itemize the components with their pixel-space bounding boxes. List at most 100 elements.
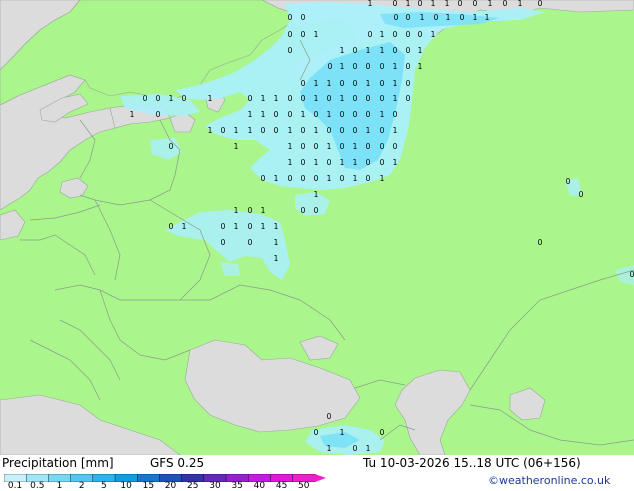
station-value: 0: [394, 13, 399, 22]
station-value: 0: [274, 126, 279, 135]
station-value: 1: [431, 0, 436, 8]
station-value: 1: [208, 94, 213, 103]
station-value: 0: [156, 110, 161, 119]
station-value: 0: [393, 142, 398, 151]
station-value: 1: [446, 13, 451, 22]
station-value: 1: [418, 62, 423, 71]
station-value: 1: [261, 94, 266, 103]
map-title: Precipitation [mm]: [2, 456, 114, 470]
station-value: 0: [366, 62, 371, 71]
station-value: 0: [261, 126, 266, 135]
station-value: 0: [288, 94, 293, 103]
map-footer: Precipitation [mm] GFS 0.25 Tu 10-03-202…: [0, 455, 634, 490]
station-value: 1: [327, 142, 332, 151]
station-value: 0: [221, 222, 226, 231]
station-value: 0: [340, 110, 345, 119]
station-value: 1: [234, 142, 239, 151]
station-value: 0: [248, 94, 253, 103]
station-value: 0: [248, 206, 253, 215]
station-value: 0: [353, 79, 358, 88]
station-value: 0: [406, 79, 411, 88]
station-value: 0: [406, 13, 411, 22]
station-value: 0: [301, 126, 306, 135]
station-value: 0: [169, 142, 174, 151]
station-value: 0: [288, 30, 293, 39]
station-value: 1: [274, 238, 279, 247]
station-value: 0: [366, 158, 371, 167]
station-value: 0: [314, 110, 319, 119]
station-value: 0: [314, 206, 319, 215]
valid-time: Tu 10-03-2026 15..18 UTC (06+156): [363, 456, 581, 470]
station-value: 1: [488, 0, 493, 8]
station-value: 0: [288, 46, 293, 55]
station-value: 1: [380, 110, 385, 119]
station-value: 0: [393, 30, 398, 39]
station-value: 0: [418, 30, 423, 39]
station-value: 1: [314, 94, 319, 103]
station-value: 1: [340, 46, 345, 55]
station-value: 0: [366, 174, 371, 183]
station-value: 1: [261, 222, 266, 231]
station-value: 0: [327, 94, 332, 103]
station-value: 0: [458, 0, 463, 8]
station-value: 0: [366, 110, 371, 119]
station-value: 1: [274, 94, 279, 103]
station-value: 0: [393, 0, 398, 8]
station-value: 0: [380, 428, 385, 437]
station-value: 0: [380, 79, 385, 88]
station-value: 0: [368, 30, 373, 39]
station-value: 1: [261, 110, 266, 119]
station-value: 1: [393, 158, 398, 167]
station-value: 1: [234, 222, 239, 231]
station-value: 1: [340, 94, 345, 103]
station-value: 1: [288, 158, 293, 167]
station-value: 1: [380, 46, 385, 55]
station-value: 0: [314, 142, 319, 151]
station-value: 0: [340, 174, 345, 183]
station-value: 1: [340, 62, 345, 71]
station-value: 0: [221, 126, 226, 135]
station-value: 0: [353, 444, 358, 453]
station-value: 0: [566, 177, 571, 186]
station-value: 1: [274, 174, 279, 183]
station-value: 0: [301, 13, 306, 22]
station-value: 0: [380, 158, 385, 167]
station-value: 1: [248, 110, 253, 119]
station-value: 0: [538, 0, 543, 8]
station-value: 0: [327, 126, 332, 135]
station-value: 1: [366, 444, 371, 453]
station-value: 0: [156, 94, 161, 103]
station-value: 0: [169, 222, 174, 231]
station-value: 0: [301, 30, 306, 39]
station-value: 1: [274, 222, 279, 231]
station-value: 1: [485, 13, 490, 22]
station-value: 1: [248, 126, 253, 135]
station-value: 1: [353, 158, 358, 167]
station-value: 1: [380, 174, 385, 183]
station-value: 0: [314, 428, 319, 437]
station-value: 1: [380, 30, 385, 39]
station-value: 0: [340, 142, 345, 151]
station-value: 0: [353, 62, 358, 71]
precipitation-map: 0 01 0 1 0 1 1 0 0 1 0 1 00 0 1 0 1 0 1 10 0 1 0 1 0 0 0 10 1 0 1 1 0 0 10…: [0, 0, 634, 455]
station-value: 1: [327, 444, 332, 453]
model-name: GFS 0.25: [150, 456, 205, 470]
station-value: 1: [366, 79, 371, 88]
station-value: 1: [130, 110, 135, 119]
station-value: 0: [288, 174, 293, 183]
credit-text: ©weatheronline.co.uk: [488, 474, 611, 487]
station-value: 1: [420, 13, 425, 22]
station-value: 1: [288, 142, 293, 151]
station-value: 0: [353, 94, 358, 103]
station-value: 1: [314, 190, 319, 199]
station-value: 0: [393, 46, 398, 55]
station-value: 0: [353, 126, 358, 135]
station-value: 1: [366, 46, 371, 55]
station-value: 0: [221, 238, 226, 247]
station-value: 0: [418, 0, 423, 8]
station-value: 0: [327, 158, 332, 167]
station-value: 0: [380, 62, 385, 71]
station-value: 0: [353, 46, 358, 55]
station-value: 1: [327, 174, 332, 183]
station-value: 1: [393, 94, 398, 103]
